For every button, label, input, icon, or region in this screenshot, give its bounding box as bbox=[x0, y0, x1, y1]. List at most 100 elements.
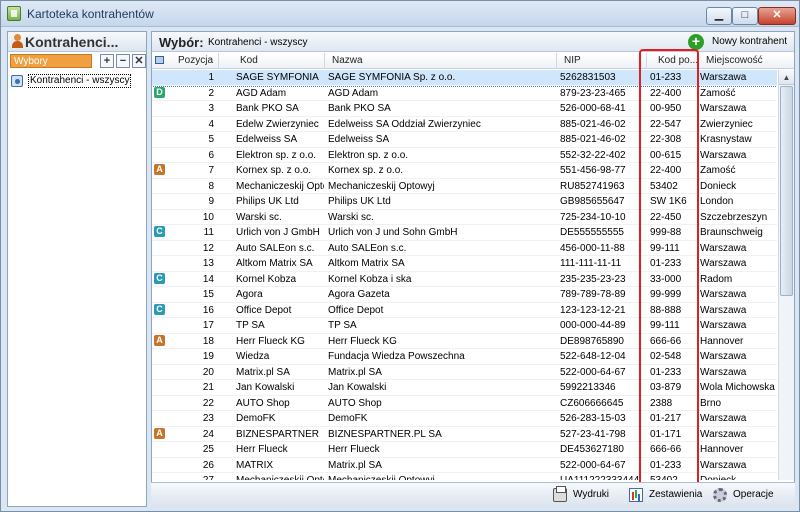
cell-nip: 551-456-98-77 bbox=[560, 165, 626, 176]
cell-nazwa: Altkom Matrix SA bbox=[328, 258, 405, 269]
table-row[interactable]: 20 Matrix.pl SA Matrix.pl SA 522-000-64-67 0… bbox=[152, 365, 777, 380]
cell-pozycja: 20 bbox=[202, 366, 214, 378]
column-header-nazwa[interactable]: Nazwa bbox=[332, 55, 363, 66]
cell-nip: 552-32-22-402 bbox=[560, 149, 626, 161]
main-window: Kartoteka kontrahentów ▁ □ ✕ Kontrahenci… bbox=[0, 0, 800, 512]
row-badge-icon: A bbox=[154, 164, 165, 175]
operacje-button[interactable]: Operacje bbox=[709, 486, 789, 505]
wydruki-button[interactable]: Wydruki bbox=[549, 486, 621, 505]
cell-miejscowosc: Zwierzyniec bbox=[700, 118, 753, 130]
table-row[interactable]: 3 Bank PKO SA Bank PKO SA 526-000-68-41 00-9… bbox=[152, 101, 777, 117]
cell-kod-pocztowy: 2388 bbox=[650, 397, 673, 409]
cell-miejscowosc: Warszawa bbox=[700, 258, 747, 269]
cell-pozycja: 25 bbox=[202, 444, 214, 455]
table-row[interactable]: 15 Agora Agora Gazeta 789-789-78-89 99-999 Wa… bbox=[152, 287, 777, 303]
table-row[interactable]: 26 MATRIX Matrix.pl SA 522-000-64-67 01-233 W… bbox=[152, 458, 777, 473]
new-contractor-button[interactable]: + Nowy kontrahent bbox=[688, 33, 792, 51]
table-row[interactable]: 1 SAGE SYMFONIA SAGE SYMFONIA Sp. z o.o. 52… bbox=[152, 70, 777, 87]
table-row[interactable]: 13 Altkom Matrix SA Altkom Matrix SA 111-11… bbox=[152, 256, 777, 272]
left-panel: Kontrahenci... Wybory + − ✕ Kontrahenci … bbox=[7, 31, 147, 507]
cell-kod: Jan Kowalski bbox=[236, 382, 295, 393]
cell-nip: 879-23-23-465 bbox=[560, 87, 626, 99]
table-row[interactable]: 19 Wiedza Fundacja Wiedza Powszechna 522-64… bbox=[152, 349, 777, 365]
cell-nazwa: Philips UK Ltd bbox=[328, 196, 391, 207]
maximize-button[interactable]: □ bbox=[732, 7, 758, 25]
cell-kod: MATRIX bbox=[236, 459, 274, 471]
cell-nip: RU852741963 bbox=[560, 180, 625, 192]
cell-nip: 885-021-46-02 bbox=[560, 134, 626, 145]
cell-kod: TP SA bbox=[236, 320, 265, 331]
table-row[interactable]: 10 Warski sc. Warski sc. 725-234-10-10 22-45… bbox=[152, 210, 777, 225]
column-header-miejscowosc[interactable]: Miejscowość bbox=[706, 55, 763, 66]
table-row[interactable]: 27 Mechaniczeskij Optowyj Mechaniczeskij O… bbox=[152, 473, 777, 480]
cell-kod: Elektron sp. z o.o. bbox=[236, 149, 317, 161]
cell-miejscowosc: Radom bbox=[700, 273, 733, 285]
wydruki-label: Wydruki bbox=[573, 489, 610, 500]
table-row[interactable]: 22 AUTO Shop AUTO Shop CZ606666645 2388 Brno bbox=[152, 396, 777, 411]
cell-pozycja: 5 bbox=[208, 134, 214, 145]
printer-icon bbox=[553, 486, 567, 502]
column-header-kod-pocztowy[interactable]: Kod po... bbox=[658, 55, 698, 66]
table-row[interactable]: A 7 Kornex sp. z o.o. Kornex sp. z o.o. 551-… bbox=[152, 163, 777, 179]
table-row[interactable]: 17 TP SA TP SA 000-000-44-89 99-111 Warszawa bbox=[152, 318, 777, 334]
cell-pozycja: 3 bbox=[208, 103, 214, 114]
add-selection-button[interactable]: + bbox=[100, 54, 114, 68]
cell-nazwa: Herr Flueck KG bbox=[328, 335, 397, 347]
scroll-thumb[interactable] bbox=[780, 86, 793, 296]
cell-nazwa: Mechaniczeskij Optowyj bbox=[328, 475, 556, 480]
close-button[interactable]: ✕ bbox=[758, 7, 796, 25]
table-row[interactable]: C 11 Urlich von J GmbH Urlich von J und Soh… bbox=[152, 225, 777, 241]
table-row[interactable]: 12 Auto SALEon s.c. Auto SALEon s.c. 456-00… bbox=[152, 241, 777, 256]
table-row[interactable]: 25 Herr Flueck Herr Flueck DE453627180 666-6… bbox=[152, 442, 777, 458]
main-header: Wybór: Kontrahenci - wszyscy + Nowy kont… bbox=[152, 32, 794, 52]
cell-nazwa: BIZNESPARTNER.PL SA bbox=[328, 428, 442, 440]
cell-kod: Edelw Zwierzyniec bbox=[236, 118, 319, 130]
cell-kod-pocztowy: 01-233 bbox=[650, 258, 682, 269]
cell-pozycja: 19 bbox=[202, 351, 214, 362]
table-row[interactable]: C 16 Office Depot Office Depot 123-123-12-21… bbox=[152, 303, 777, 318]
cell-kod-pocztowy: 53402 bbox=[650, 180, 678, 192]
table-row[interactable]: 21 Jan Kowalski Jan Kowalski 5992213346 03-8… bbox=[152, 380, 777, 396]
table-row[interactable]: 5 Edelweiss SA Edelweiss SA 885-021-46-02 22… bbox=[152, 132, 777, 148]
cell-miejscowosc: Warszawa bbox=[700, 320, 747, 331]
minimize-button[interactable]: ▁ bbox=[706, 7, 732, 25]
table-row[interactable]: A 18 Herr Flueck KG Herr Flueck KG DE8987658… bbox=[152, 334, 777, 349]
cell-nip: 522-000-64-67 bbox=[560, 459, 626, 471]
tab-wybory[interactable]: Wybory bbox=[10, 54, 92, 68]
table-row[interactable]: C 14 Kornel Kobza Kornel Kobza i ska 235-235… bbox=[152, 272, 777, 287]
tree-item-kontrahenci[interactable]: Kontrahenci - wszyscy bbox=[10, 74, 144, 88]
table-row[interactable]: A 24 BIZNESPARTNER BIZNESPARTNER.PL SA 527-2… bbox=[152, 427, 777, 442]
cell-miejscowosc: Warszawa bbox=[700, 351, 747, 362]
cell-miejscowosc: Wola Michowska bbox=[700, 382, 775, 393]
table-row[interactable]: D 2 AGD Adam AGD Adam 879-23-23-465 22-400 Zam… bbox=[152, 86, 777, 101]
cell-pozycja: 23 bbox=[202, 413, 214, 424]
select-all-checkbox[interactable] bbox=[155, 56, 164, 64]
cell-kod: Matrix.pl SA bbox=[236, 366, 290, 378]
column-header-pozycja[interactable]: Pozycja bbox=[178, 55, 213, 66]
cell-pozycja: 17 bbox=[202, 320, 214, 331]
table-row[interactable]: 8 Mechaniczeskij Opto Mechaniczeskij Optow… bbox=[152, 179, 777, 194]
table-row[interactable]: 6 Elektron sp. z o.o. Elektron sp. z o.o. 5… bbox=[152, 148, 777, 163]
column-header-kod[interactable]: Kod bbox=[240, 55, 258, 66]
row-badge-icon: A bbox=[154, 334, 165, 346]
cell-kod: Auto SALEon s.c. bbox=[236, 242, 315, 254]
cell-pozycja: 9 bbox=[208, 196, 214, 207]
table-row[interactable]: 4 Edelw Zwierzyniec Edelweiss SA Oddział Z… bbox=[152, 117, 777, 132]
vertical-scrollbar[interactable]: ▲ bbox=[778, 70, 794, 480]
cell-nazwa: AUTO Shop bbox=[328, 397, 382, 409]
scroll-up-arrow-icon[interactable]: ▲ bbox=[779, 70, 794, 85]
cell-kod: Urlich von J GmbH bbox=[236, 227, 320, 238]
zestawienia-button[interactable]: Zestawienia bbox=[625, 486, 705, 505]
cell-kod-pocztowy: 01-233 bbox=[650, 72, 682, 83]
cell-kod-pocztowy: 99-999 bbox=[650, 289, 682, 300]
cell-kod-pocztowy: 22-547 bbox=[650, 118, 682, 130]
table-row[interactable]: 23 DemoFK DemoFK 526-283-15-03 01-217 Warszaw… bbox=[152, 411, 777, 427]
close-panel-button[interactable]: ✕ bbox=[132, 54, 146, 68]
new-contractor-label: Nowy kontrahent bbox=[712, 36, 788, 47]
cell-miejscowosc: Donieck bbox=[700, 475, 776, 480]
table-row[interactable]: 9 Philips UK Ltd Philips UK Ltd GB985655647… bbox=[152, 194, 777, 210]
column-header-nip[interactable]: NIP bbox=[564, 55, 581, 66]
cell-pozycja: 10 bbox=[202, 211, 214, 223]
remove-selection-button[interactable]: − bbox=[116, 54, 130, 68]
cell-miejscowosc: Warszawa bbox=[700, 304, 747, 316]
